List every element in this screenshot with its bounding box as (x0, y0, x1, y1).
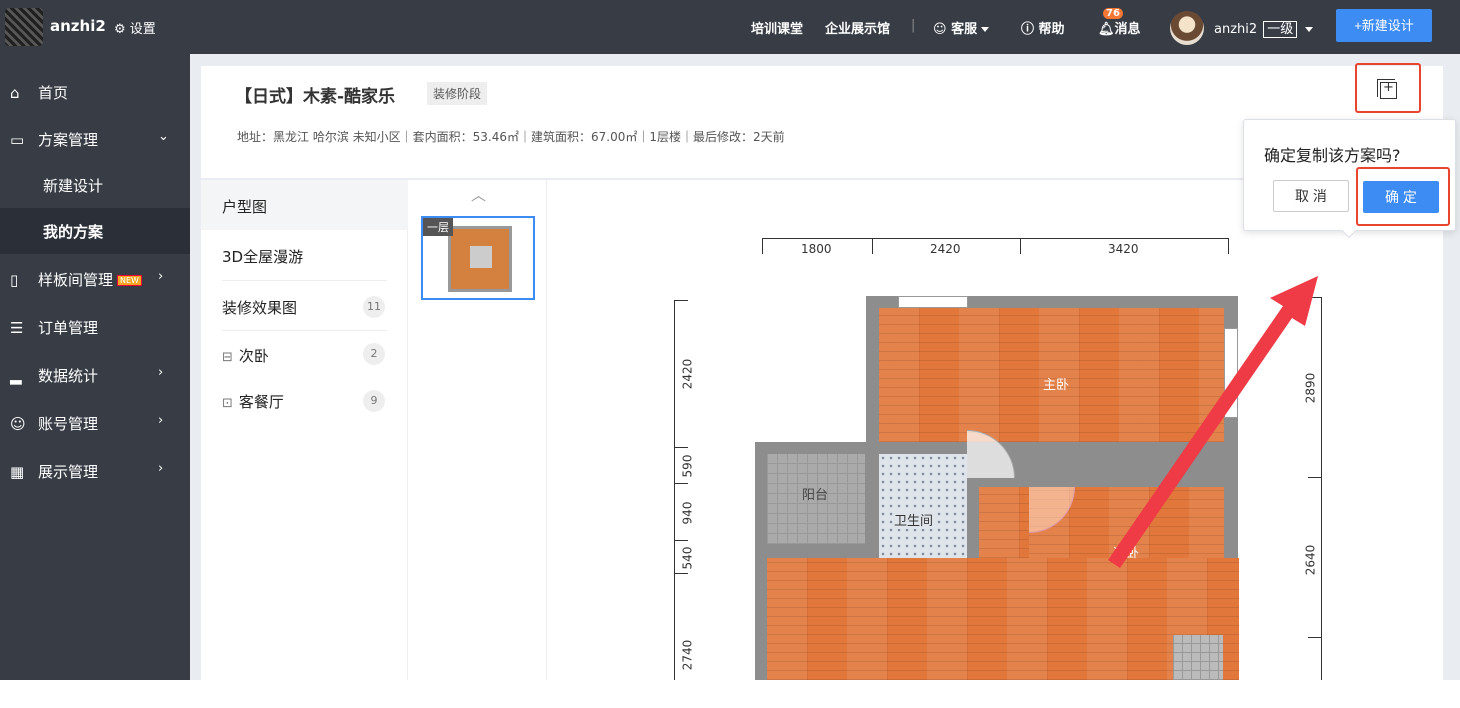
confirm-button[interactable]: 确 定 (1363, 181, 1439, 213)
bottom-strip (0, 680, 1460, 708)
annotation-arrow (1108, 276, 1318, 568)
cancel-button[interactable]: 取 消 (1273, 180, 1349, 212)
copy-confirm-popover: 确定复制该方案吗? 取 消 确 定 (1243, 119, 1456, 239)
arrow-shape (1108, 276, 1318, 568)
confirm-question: 确定复制该方案吗? (1264, 146, 1401, 165)
confirm-button-highlight: 确 定 (1356, 167, 1450, 226)
